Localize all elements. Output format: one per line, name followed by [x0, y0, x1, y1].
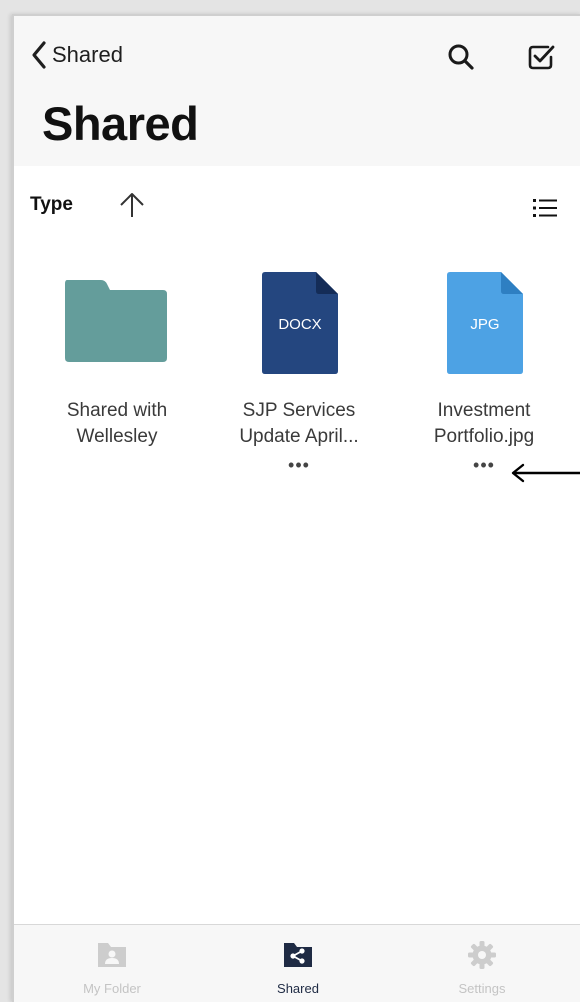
phone-screen: Shared Shared Type Shared with Wellesley [12, 14, 580, 1002]
file-type-label: DOCX [278, 316, 322, 333]
tab-label: My Folder [83, 981, 141, 996]
file-name: Investment Portfolio.jpg [433, 400, 535, 447]
gear-icon [468, 941, 496, 969]
sort-ascending-arrow-icon[interactable] [118, 190, 146, 220]
back-button-label: Shared [52, 42, 123, 67]
list-view-icon[interactable] [532, 196, 558, 220]
folder-person-icon [98, 943, 126, 967]
tab-settings[interactable]: Settings [402, 925, 562, 1002]
search-icon[interactable] [446, 42, 476, 72]
select-checkbox-icon[interactable] [526, 42, 556, 72]
file-type-label: JPG [470, 316, 500, 333]
tab-label: Shared [277, 981, 319, 996]
more-options-button[interactable]: ••• [464, 456, 504, 476]
annotation-arrow-icon [511, 463, 580, 483]
tab-bar: My Folder Shared Settings [14, 924, 580, 1002]
more-options-button[interactable]: ••• [279, 456, 319, 476]
folder-icon [65, 280, 167, 362]
tab-shared[interactable]: Shared [218, 925, 378, 1002]
page-title: Shared [42, 97, 199, 150]
tab-label: Settings [458, 981, 506, 996]
chevron-left-icon [32, 41, 46, 69]
sort-by-label[interactable]: Type [30, 194, 73, 216]
share-icon [284, 943, 312, 967]
jpg-file-icon: JPG [447, 272, 523, 374]
docx-file-icon: DOCX [262, 272, 338, 374]
back-button[interactable]: Shared [30, 39, 123, 71]
tab-my-folder[interactable]: My Folder [32, 925, 192, 1002]
file-name: SJP Services Update April... [239, 400, 359, 447]
file-name: Shared with Wellesley [66, 400, 168, 447]
navigation-header: Shared Shared [14, 16, 580, 166]
